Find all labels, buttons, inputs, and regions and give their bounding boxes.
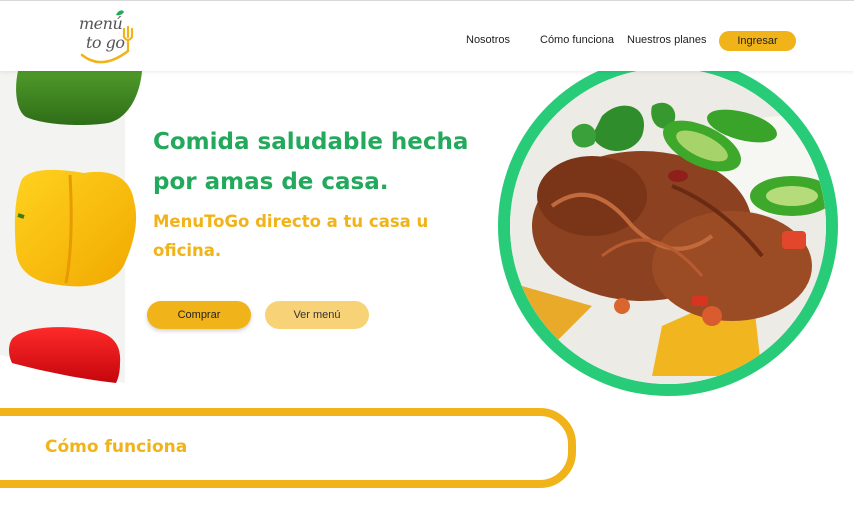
hero-title: Comida saludable hecha por amas de casa. [153,129,469,195]
site-header: menú to go Nosotros Cómo funciona Nuestr… [0,0,854,71]
food-photo-circle [498,71,838,396]
bell-peppers-image [0,71,142,383]
nav-link-nosotros[interactable]: Nosotros [466,34,510,46]
hero-subtitle: MenuToGo directo a tu casa u oficina. [153,212,429,260]
how-it-works-title: Cómo funciona [45,437,188,457]
logo-text-togo: to go [86,33,125,52]
nav-link-nuestros-planes[interactable]: Nuestros planes [627,34,707,46]
landing-page: menú to go Nosotros Cómo funciona Nuestr… [0,0,854,515]
logo-text-menu: menú [79,14,123,33]
buy-button[interactable]: Comprar [147,301,251,329]
login-button[interactable]: Ingresar [719,31,796,51]
nav-link-como-funciona[interactable]: Cómo funciona [540,34,614,46]
view-menu-button[interactable]: Ver menú [265,301,369,329]
menutogo-logo[interactable]: menú to go [74,9,140,67]
